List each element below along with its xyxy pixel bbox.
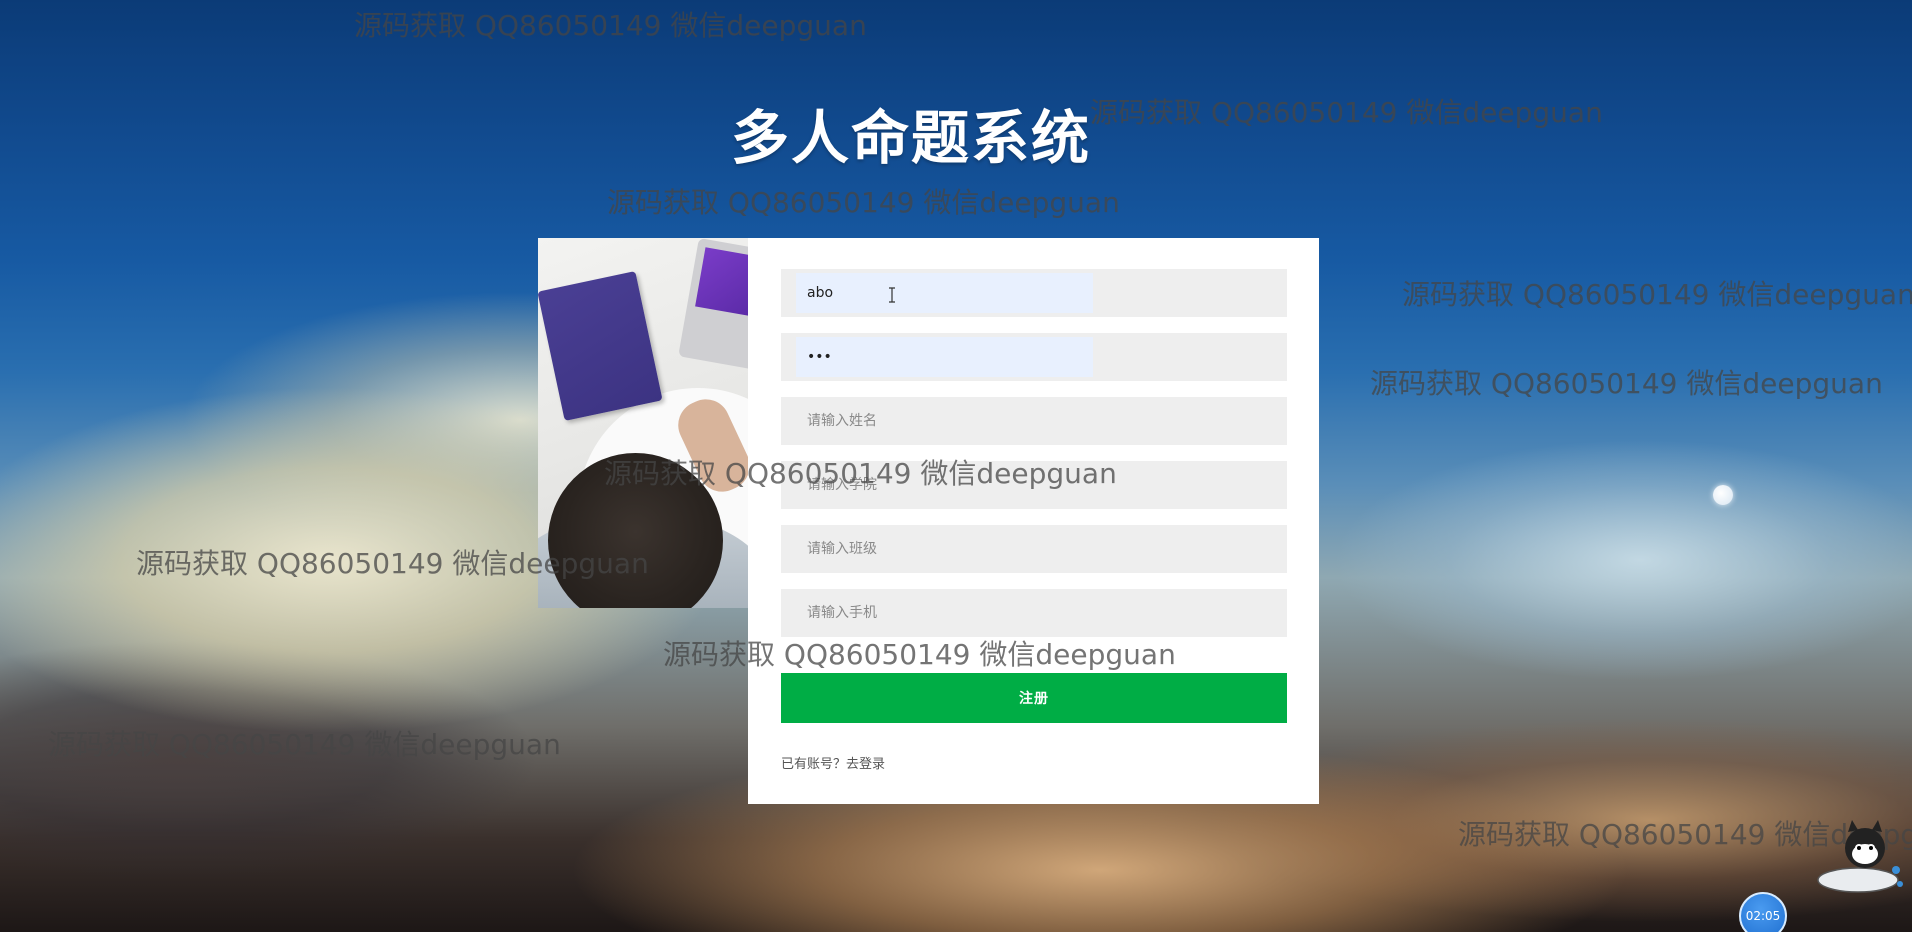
photo-laptop-shape <box>678 238 748 371</box>
watermark-text: 源码获取 QQ86050149 微信deepguan <box>607 186 1120 219</box>
class-field <box>781 525 1287 573</box>
text-cursor-icon <box>889 287 895 303</box>
watermark-text: 源码获取 QQ86050149 微信deepguan <box>48 728 561 761</box>
photo-notebook-shape <box>538 271 663 421</box>
college-field <box>781 461 1287 509</box>
watermark-text: 源码获取 QQ86050149 微信deepguan <box>354 9 867 42</box>
username-input[interactable] <box>781 269 1287 317</box>
cat-mascot-icon[interactable] <box>1810 818 1910 896</box>
phone-field <box>781 589 1287 637</box>
clock-widget[interactable]: 02:05 <box>1739 892 1787 932</box>
photo-laptop-screen <box>695 247 748 317</box>
register-card: 注册 已有账号？去登录 <box>748 238 1319 804</box>
password-input[interactable] <box>781 333 1287 381</box>
password-field <box>781 333 1287 381</box>
study-desk-photo <box>538 238 748 608</box>
class-input[interactable] <box>781 525 1287 573</box>
watermark-text: 源码获取 QQ86050149 微信deepguan <box>1370 367 1883 400</box>
username-field <box>781 269 1287 317</box>
name-field <box>781 397 1287 445</box>
phone-input[interactable] <box>781 589 1287 637</box>
name-input[interactable] <box>781 397 1287 445</box>
watermark-text: 源码获取 QQ86050149 微信deepguan <box>1402 278 1912 311</box>
college-input[interactable] <box>781 461 1287 509</box>
moon-image <box>1713 485 1733 505</box>
page-title: 多人命题系统 <box>730 103 1091 172</box>
page-background: 多人命题系统 源码获取 QQ86050149 微信deepguan 源码获取 Q… <box>0 0 1912 932</box>
register-button[interactable]: 注册 <box>781 673 1287 723</box>
login-link[interactable]: 已有账号？去登录 <box>781 753 885 772</box>
